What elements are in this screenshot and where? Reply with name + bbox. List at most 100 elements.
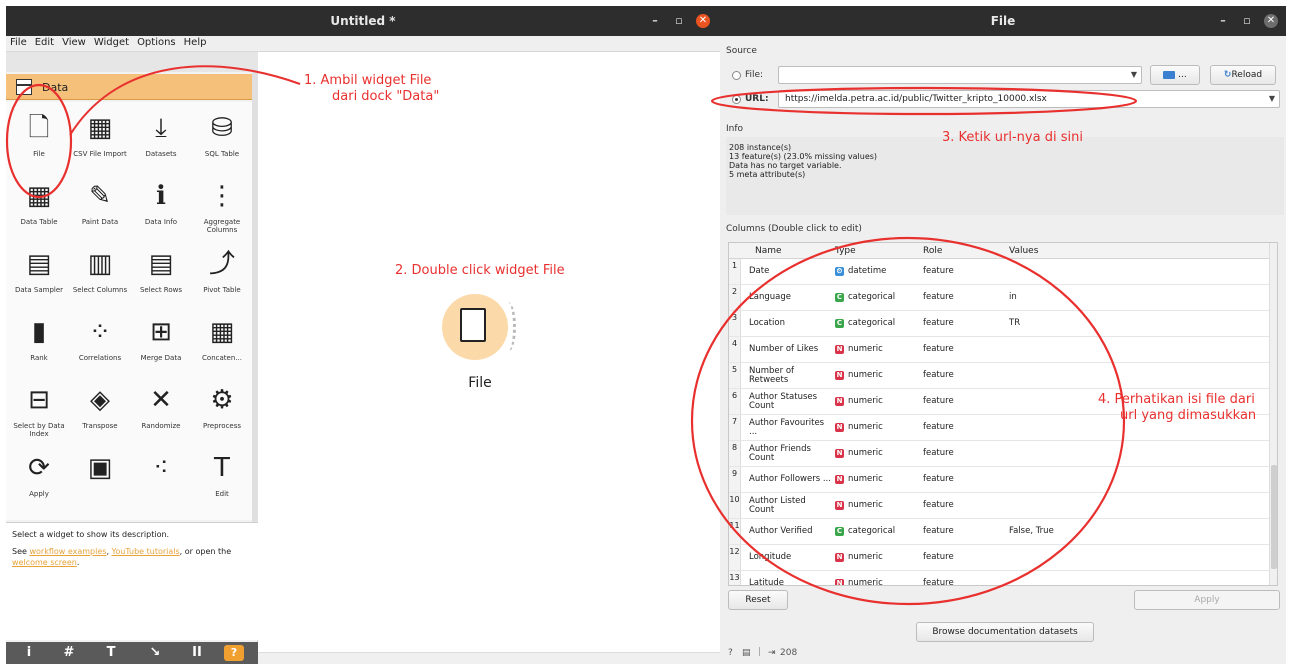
table-row[interactable]: 4 Number of Likes Nnumeric feature [729, 337, 1269, 363]
column-header-type[interactable]: Type [835, 246, 856, 256]
widget-data-info[interactable]: ℹ Data Info [130, 172, 192, 240]
help-icon[interactable]: ? [728, 648, 733, 658]
widget-aggregate-columns[interactable]: ⋮ Aggregate Columns [191, 172, 252, 240]
widget-preprocess[interactable]: ⚙ Preprocess [191, 376, 252, 444]
column-name[interactable]: Longitude [749, 545, 833, 570]
column-role[interactable]: feature [923, 474, 954, 484]
table-row[interactable]: 8 Author Friends Count Nnumeric feature [729, 441, 1269, 467]
column-type[interactable]: numeric [848, 500, 883, 510]
column-type[interactable]: numeric [848, 552, 883, 562]
welcome-screen-link[interactable]: welcome screen [12, 558, 77, 567]
reload-button[interactable]: ↻Reload [1210, 65, 1276, 85]
column-name[interactable]: Location [749, 311, 833, 336]
menu-help[interactable]: Help [180, 36, 211, 48]
menu-widget[interactable]: Widget [90, 36, 133, 48]
widget-apply[interactable]: ⟳ Apply [8, 444, 70, 512]
table-scrollbar[interactable] [1269, 243, 1277, 585]
column-type[interactable]: numeric [848, 396, 883, 406]
widget-data-sampler[interactable]: ▤ Data Sampler [8, 240, 70, 308]
widget-item-22[interactable]: ⁖ [130, 444, 192, 512]
help-icon[interactable]: ? [224, 645, 244, 661]
menu-view[interactable]: View [58, 36, 90, 48]
url-input[interactable]: https://imelda.petra.ac.id/public/Twitte… [778, 90, 1280, 108]
widget-item-21[interactable]: ▣ [69, 444, 131, 512]
file-widget-node[interactable] [442, 294, 516, 366]
column-type[interactable]: categorical [848, 526, 895, 536]
column-role[interactable]: feature [923, 526, 954, 536]
arrow-tool-icon[interactable]: ↘ [140, 644, 170, 662]
column-type[interactable]: numeric [848, 474, 883, 484]
column-role[interactable]: feature [923, 578, 954, 585]
widget-edit[interactable]: T Edit [191, 444, 252, 512]
column-role[interactable]: feature [923, 396, 954, 406]
column-values[interactable]: False, True [1009, 526, 1054, 536]
table-row[interactable]: 9 Author Followers ... Nnumeric feature [729, 467, 1269, 493]
table-row[interactable]: 5 Number of Retweets Nnumeric feature [729, 363, 1269, 389]
widget-select-by-data-index[interactable]: ⊟ Select by Data Index [8, 376, 70, 444]
column-name[interactable]: Author Friends Count [749, 441, 833, 466]
reset-button[interactable]: Reset [728, 590, 788, 610]
menu-edit[interactable]: Edit [31, 36, 58, 48]
table-row[interactable]: 11 Author Verified Ccategorical feature Fals… [729, 519, 1269, 545]
column-name[interactable]: Author Followers ... [749, 467, 833, 492]
widget-merge-data[interactable]: ⊞ Merge Data [130, 308, 192, 376]
column-type[interactable]: datetime [848, 266, 886, 276]
column-role[interactable]: feature [923, 552, 954, 562]
data-category-header[interactable]: Data [6, 74, 254, 100]
pause-icon[interactable]: II [182, 644, 212, 662]
widget-transpose[interactable]: ◈ Transpose [69, 376, 131, 444]
workflow-examples-link[interactable]: workflow examples [29, 547, 106, 556]
column-type[interactable]: numeric [848, 422, 883, 432]
file-radio[interactable] [732, 71, 741, 80]
table-row[interactable]: 12 Longitude Nnumeric feature [729, 545, 1269, 571]
widget-data-table[interactable]: ▦ Data Table [8, 172, 70, 240]
table-row[interactable]: 1 Date ⏲ datetime feature [729, 259, 1269, 285]
info-tool-icon[interactable]: i [14, 644, 44, 662]
column-role[interactable]: feature [923, 292, 954, 302]
widget-randomize[interactable]: ✕ Randomize [130, 376, 192, 444]
table-row[interactable]: 2 Language Ccategorical feature in [729, 285, 1269, 311]
column-name[interactable]: Author Verified [749, 519, 833, 544]
minimize-icon[interactable]: – [648, 14, 662, 28]
column-header-name[interactable]: Name [755, 246, 782, 256]
column-name[interactable]: Language [749, 285, 833, 310]
column-role[interactable]: feature [923, 318, 954, 328]
report-icon[interactable]: ▤ [742, 648, 751, 658]
maximize-icon[interactable]: ▫ [672, 14, 686, 28]
column-type[interactable]: numeric [848, 448, 883, 458]
menu-file[interactable]: File [6, 36, 31, 48]
youtube-tutorials-link[interactable]: YouTube tutorials [112, 547, 180, 556]
text-tool-icon[interactable]: T [96, 644, 126, 662]
maximize-icon[interactable]: ▫ [1240, 14, 1254, 28]
close-icon[interactable]: ✕ [1264, 14, 1278, 28]
column-name[interactable]: Author Favourites ... [749, 415, 833, 440]
column-header-role[interactable]: Role [923, 246, 942, 256]
widget-csv-file-import[interactable]: ▦ CSV File Import [69, 104, 131, 172]
column-type[interactable]: numeric [848, 344, 883, 354]
widget-rank[interactable]: ▮ Rank [8, 308, 70, 376]
file-combo[interactable]: ▼ [778, 66, 1142, 84]
widget-file[interactable]: 🗋 File [8, 104, 70, 172]
scroll-thumb[interactable] [1271, 465, 1277, 569]
widget-paint-data[interactable]: ✎ Paint Data [69, 172, 131, 240]
column-name[interactable]: Number of Likes [749, 337, 833, 362]
column-type[interactable]: categorical [848, 292, 895, 302]
column-name[interactable]: Author Listed Count [749, 493, 833, 518]
table-row[interactable]: 13 Latitude Nnumeric feature [729, 571, 1269, 586]
dock-grip[interactable] [6, 52, 258, 72]
column-role[interactable]: feature [923, 266, 954, 276]
canvas-scrollbar[interactable] [258, 652, 720, 664]
browse-docs-button[interactable]: Browse documentation datasets [916, 622, 1094, 642]
column-header-values[interactable]: Values [1009, 246, 1038, 256]
column-role[interactable]: feature [923, 422, 954, 432]
column-type[interactable]: categorical [848, 318, 895, 328]
widget-sql-table[interactable]: ⛁ SQL Table [191, 104, 252, 172]
column-name[interactable]: Latitude [749, 571, 833, 586]
column-name[interactable]: Number of Retweets [749, 363, 833, 388]
column-name[interactable]: Date [749, 259, 833, 284]
browse-button[interactable]: ... [1150, 65, 1200, 85]
widget-concaten[interactable]: ▦ Concaten... [191, 308, 252, 376]
widget-pivot-table[interactable]: ⤴ Pivot Table [191, 240, 252, 308]
column-type[interactable]: numeric [848, 370, 883, 380]
apply-button[interactable]: Apply [1134, 590, 1280, 610]
